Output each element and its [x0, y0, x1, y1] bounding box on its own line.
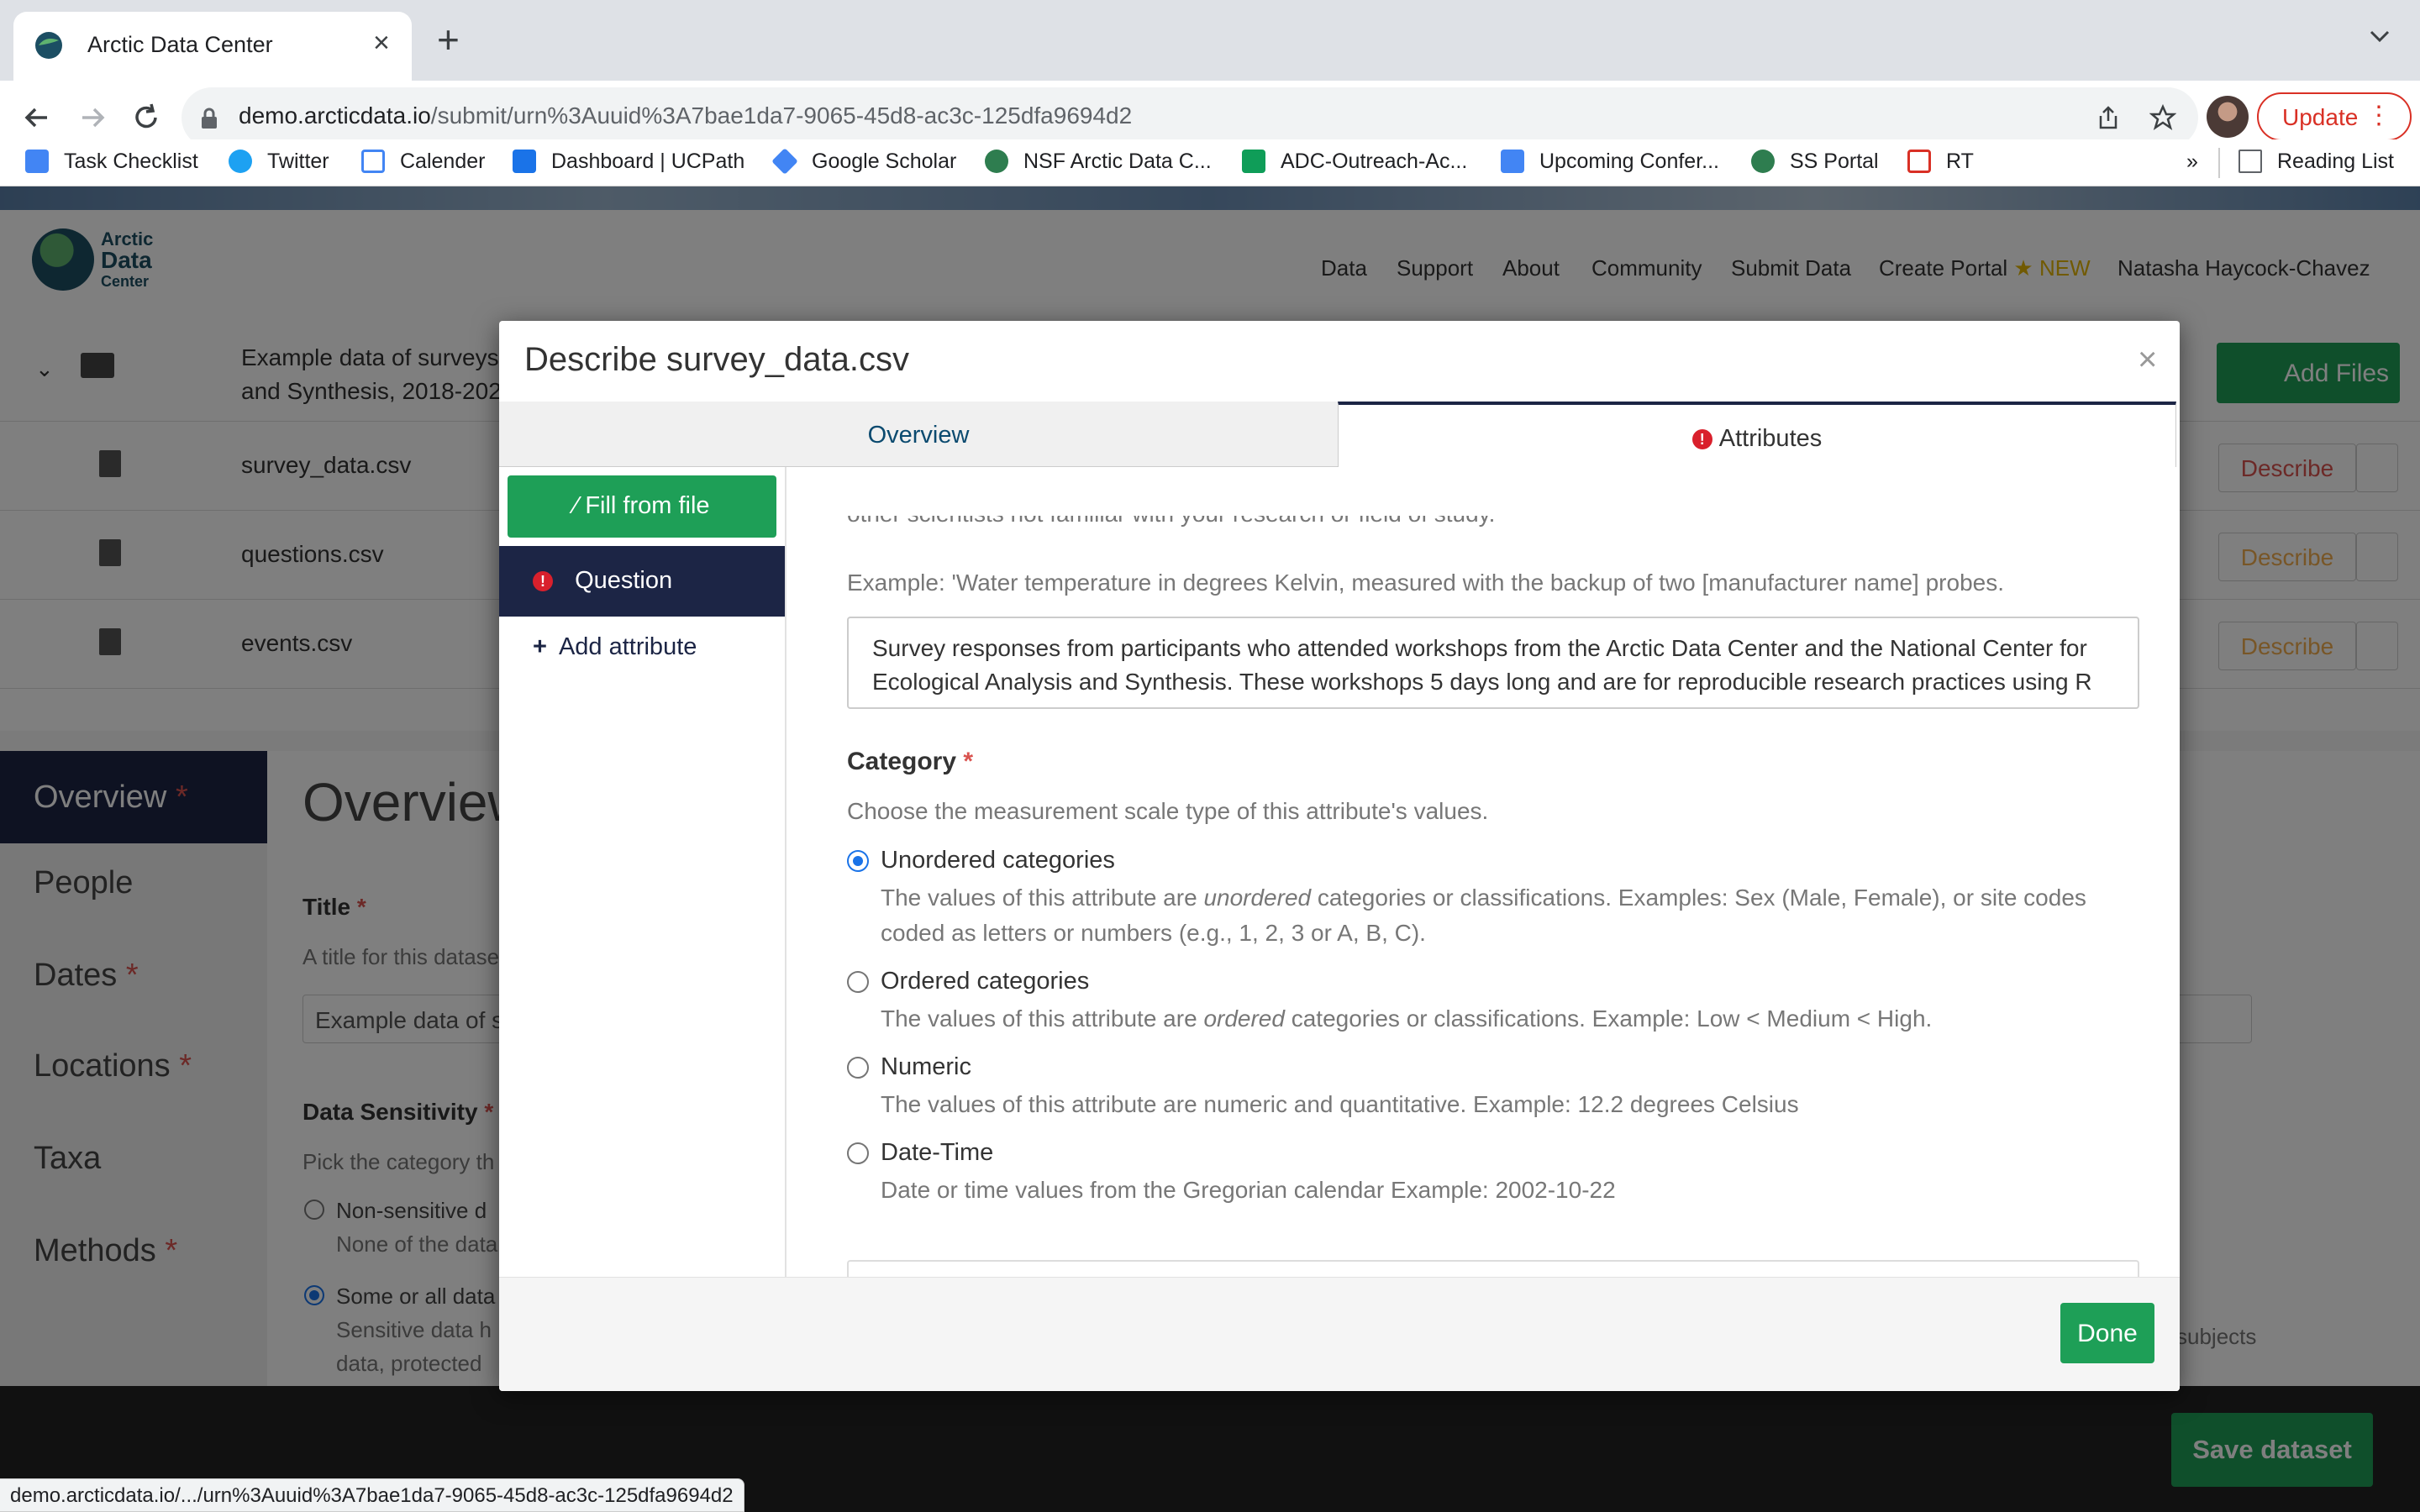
bookmark-calender[interactable]: Calender: [361, 144, 485, 178]
bookmark-twitter[interactable]: Twitter: [229, 144, 329, 178]
bookmark-nsf-arctic[interactable]: NSF Arctic Data C...: [985, 144, 1212, 178]
option-title[interactable]: Date-Time: [881, 1139, 993, 1167]
attribute-form[interactable]: other scientists not familiar with your …: [788, 467, 2180, 1277]
ordered-radio[interactable]: [847, 971, 869, 993]
ucpath-icon: [513, 150, 536, 173]
close-icon[interactable]: ×: [2138, 343, 2157, 376]
option-desc: The values of this attribute are numeric…: [881, 1091, 1799, 1117]
add-attribute-button[interactable]: + Add attribute: [533, 633, 697, 661]
option-desc: Date or time values from the Gregorian c…: [881, 1177, 1616, 1203]
status-bar-url: demo.arcticdata.io/.../urn%3Auuid%3A7bae…: [0, 1478, 744, 1512]
bookmarks-bar: Task Checklist Twitter Calender Dashboar…: [0, 139, 2420, 186]
new-tab-icon[interactable]: +: [437, 20, 460, 59]
bookmark-adc-outreach[interactable]: ADC-Outreach-Ac...: [1242, 144, 1467, 178]
arctic-data-favicon-icon: [35, 32, 62, 59]
tab-overview[interactable]: Overview: [499, 402, 1338, 467]
tab-strip: Arctic Data Center × +: [0, 0, 2420, 81]
option-title[interactable]: Numeric: [881, 1053, 971, 1081]
fill-from-file-button[interactable]: ⁄ Fill from file: [508, 475, 776, 538]
bookmark-task-checklist[interactable]: Task Checklist: [25, 144, 198, 178]
next-field-edge: [847, 1260, 2139, 1277]
profile-avatar[interactable]: [2207, 96, 2249, 138]
reading-list-icon: [2238, 150, 2262, 173]
error-icon: !: [1691, 429, 1712, 449]
docs-icon: [1501, 150, 1524, 173]
reload-icon[interactable]: [128, 99, 165, 136]
bookmark-star-icon[interactable]: [2149, 104, 2176, 131]
share-icon[interactable]: [2096, 104, 2121, 131]
option-desc: The values of this attribute are ordered…: [881, 1005, 1933, 1032]
datetime-radio[interactable]: [847, 1142, 869, 1164]
bookmark-ss-portal[interactable]: SS Portal: [1751, 144, 1879, 178]
back-arrow-icon[interactable]: [18, 99, 55, 136]
bookmarks-divider: [2218, 148, 2220, 178]
tab-search-chevron-icon[interactable]: [2368, 29, 2391, 45]
rt-icon: [1907, 150, 1931, 173]
attribute-item-question[interactable]: ! Question: [499, 546, 785, 617]
bookmark-google-scholar[interactable]: Google Scholar: [771, 144, 956, 178]
browser-tab[interactable]: Arctic Data Center ×: [13, 12, 412, 81]
twitter-icon: [229, 150, 252, 173]
done-button[interactable]: Done: [2060, 1303, 2154, 1363]
docs-icon: [25, 150, 49, 173]
browser-chrome: Arctic Data Center × + demo.arcticdata.i…: [0, 0, 2420, 186]
reading-list[interactable]: Reading List: [2238, 144, 2394, 178]
close-tab-icon[interactable]: ×: [373, 27, 390, 60]
definition-example: Example: 'Water temperature in degrees K…: [847, 570, 2004, 596]
magic-wand-icon: ⁄: [574, 492, 579, 519]
numeric-radio[interactable]: [847, 1057, 869, 1079]
calendar-icon: [361, 150, 385, 173]
option-desc: The values of this attribute are unorder…: [881, 885, 2086, 946]
sheets-icon: [1242, 150, 1265, 173]
unordered-radio[interactable]: [847, 850, 869, 872]
forward-arrow-icon[interactable]: [74, 99, 111, 136]
tab-title: Arctic Data Center: [87, 32, 273, 57]
category-help: Choose the measurement scale type of thi…: [847, 798, 1489, 824]
bookmark-ucpath[interactable]: Dashboard | UCPath: [513, 144, 744, 178]
plus-icon: +: [533, 633, 547, 660]
scholar-icon: [771, 148, 798, 175]
more-vert-icon[interactable]: ⋮: [2366, 101, 2391, 130]
option-title[interactable]: Unordered categories: [881, 847, 1115, 874]
url-text[interactable]: demo.arcticdata.io/submit/urn%3Auuid%3A7…: [239, 102, 1132, 129]
option-title[interactable]: Ordered categories: [881, 968, 1089, 995]
definition-help-text: other scientists not familiar with your …: [847, 509, 1496, 527]
lock-icon[interactable]: [200, 108, 218, 129]
modal-title: Describe survey_data.csv: [524, 341, 909, 378]
definition-textarea[interactable]: Survey responses from participants who a…: [847, 617, 2139, 709]
bookmark-rt[interactable]: RT: [1907, 144, 1974, 178]
bookmark-upcoming-conferences[interactable]: Upcoming Confer...: [1501, 144, 1719, 178]
category-label: Category *: [847, 748, 974, 775]
tab-attributes[interactable]: ! Attributes: [1338, 402, 2176, 467]
update-button[interactable]: Update ⋮: [2257, 92, 2412, 141]
attribute-list: ⁄ Fill from file ! Question + Add attribu…: [499, 467, 786, 1277]
error-icon: !: [533, 571, 553, 591]
bookmarks-overflow-icon[interactable]: »: [2186, 144, 2198, 178]
describe-file-modal: Describe survey_data.csv × Overview ! Att…: [499, 321, 2180, 1391]
modal-footer: Done: [499, 1277, 2180, 1391]
adc-icon: [1751, 150, 1775, 173]
adc-icon: [985, 150, 1008, 173]
